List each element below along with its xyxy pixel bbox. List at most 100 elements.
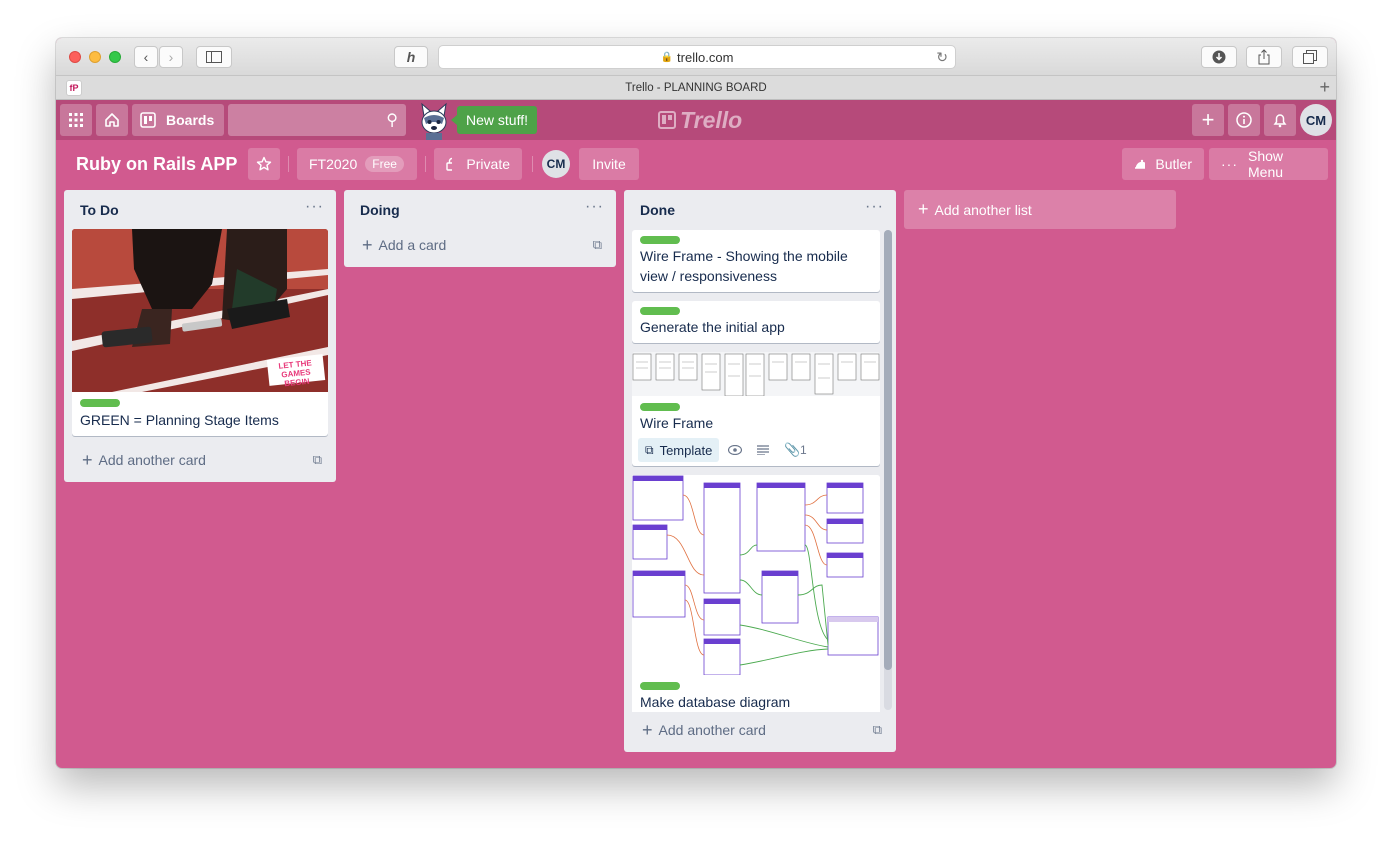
boards-button[interactable]: Boards [132, 104, 224, 136]
add-card-label: Add another card [658, 722, 766, 738]
new-stuff-button[interactable]: New stuff! [451, 106, 537, 134]
card-template-icon[interactable]: ⧉ [313, 452, 322, 468]
scrollbar-thumb[interactable] [884, 230, 892, 670]
tabs-overview-button[interactable] [1292, 46, 1328, 68]
green-label [640, 307, 680, 315]
card[interactable]: Wire Frame - Showing the mobile view / r… [632, 230, 880, 292]
card-title: Make database diagram [640, 694, 791, 710]
template-badge: ⧉ Template [638, 438, 720, 462]
information-button[interactable] [1228, 104, 1260, 136]
card-template-icon[interactable]: ⧉ [593, 237, 602, 253]
trello-logo[interactable]: Trello [658, 107, 742, 133]
green-label [640, 403, 680, 411]
reload-icon[interactable]: ↻ [936, 49, 948, 66]
member-avatar[interactable]: CM [542, 150, 570, 178]
list-scrollbar[interactable] [884, 230, 892, 710]
butler-button[interactable]: Butler [1122, 148, 1204, 180]
divider [425, 156, 426, 172]
card[interactable]: LET THE GAMES BEGIN GREEN = Planning Sta… [72, 229, 328, 436]
add-card-label: Add another card [98, 452, 206, 468]
card[interactable]: Wire Frame ⧉ Template 📎 1 [632, 352, 880, 466]
plus-icon: + [642, 719, 653, 740]
add-list-label: Add another list [934, 201, 1032, 218]
team-name: FT2020 [309, 156, 358, 172]
visibility-button[interactable]: Private [434, 148, 522, 180]
add-list-button[interactable]: + Add another list [904, 190, 1176, 229]
card[interactable]: Make database diagram [632, 475, 880, 712]
trello-logo-icon [658, 111, 676, 129]
list-done[interactable]: Done ··· Wire Frame - Showing the mobile… [624, 190, 896, 752]
attachment-count: 1 [800, 443, 807, 457]
more-icon: ··· [1221, 156, 1238, 172]
card[interactable]: Generate the initial app [632, 301, 880, 343]
plus-icon: + [82, 449, 93, 470]
invite-button[interactable]: Invite [579, 148, 639, 180]
browser-tab[interactable]: fP Trello - PLANNING BOARD + [56, 76, 1336, 100]
add-card-label: Add a card [378, 237, 447, 253]
address-bar[interactable]: 🔒 trello.com ↻ [438, 45, 956, 69]
chevron-right-icon: › [168, 49, 174, 65]
card-title: GREEN = Planning Stage Items [80, 412, 279, 428]
card-template-icon[interactable]: ⧉ [873, 722, 882, 738]
paperclip-icon: 📎 [784, 442, 801, 457]
bell-icon [1273, 114, 1287, 128]
user-avatar[interactable]: CM [1300, 104, 1332, 136]
plus-icon: + [918, 199, 929, 219]
honey-icon: h [406, 49, 416, 65]
green-label [80, 399, 120, 407]
green-label [640, 236, 680, 244]
card-title: Wire Frame [640, 415, 714, 431]
taco-mascot-icon [421, 102, 447, 140]
sidebar-toggle-button[interactable] [196, 46, 232, 68]
list-title[interactable]: To Do [80, 202, 119, 218]
boards-label: Boards [166, 112, 215, 128]
share-button[interactable] [1246, 46, 1282, 68]
search-icon: ⚲ [386, 112, 398, 129]
list-menu-icon[interactable]: ··· [585, 198, 604, 216]
info-icon [1236, 112, 1252, 128]
favicon: fP [66, 80, 82, 96]
visibility-label: Private [466, 156, 510, 172]
minimize-window-button[interactable] [89, 51, 101, 63]
downloads-button[interactable] [1201, 46, 1237, 68]
show-menu-label: Show Menu [1248, 148, 1284, 180]
list-title[interactable]: Doing [360, 202, 400, 218]
list-menu-icon[interactable]: ··· [865, 198, 884, 216]
list-doing[interactable]: Doing ··· + Add a card ⧉ [344, 190, 616, 267]
plus-icon: + [362, 234, 373, 255]
list-menu-icon[interactable]: ··· [305, 198, 324, 216]
home-button[interactable] [96, 104, 128, 136]
add-card-button[interactable]: + Add a card [352, 231, 446, 259]
honey-extension-button[interactable]: h [394, 46, 428, 68]
create-button[interactable]: + [1192, 104, 1224, 136]
star-board-button[interactable] [248, 148, 280, 180]
apps-button[interactable] [60, 104, 92, 136]
app-header: Boards ⚲ New stuff! Trello + CM [56, 100, 1336, 140]
team-button[interactable]: FT2020 Free [297, 148, 417, 180]
butler-label: Butler [1155, 156, 1192, 172]
sidebar-icon [206, 51, 222, 63]
browser-toolbar: ‹ › h 🔒 trello.com ↻ [56, 38, 1336, 76]
add-card-button[interactable]: + Add another card [72, 446, 206, 474]
show-menu-button[interactable]: ··· Show Menu [1209, 148, 1328, 180]
back-button[interactable]: ‹ [134, 46, 158, 68]
download-icon [1212, 50, 1226, 64]
list-to-do[interactable]: To Do ··· LET THE GAMES BEGIN GREEN = Pl… [64, 190, 336, 482]
template-badge-label: Template [659, 442, 713, 458]
close-window-button[interactable] [69, 51, 81, 63]
search-input[interactable]: ⚲ [228, 104, 406, 136]
new-tab-icon[interactable]: + [1319, 77, 1330, 98]
zoom-window-button[interactable] [109, 51, 121, 63]
plus-icon: + [1201, 107, 1215, 132]
notifications-button[interactable] [1264, 104, 1296, 136]
tab-title: Trello - PLANNING BOARD [625, 81, 767, 94]
list-title[interactable]: Done [640, 202, 675, 218]
card-title: Generate the initial app [640, 319, 785, 335]
board-header: Ruby on Rails APP FT2020 Free Private CM… [56, 140, 1336, 188]
board-title[interactable]: Ruby on Rails APP [76, 154, 237, 175]
tabs-icon [1303, 50, 1317, 64]
add-card-button[interactable]: + Add another card [632, 716, 766, 744]
board-icon [140, 112, 156, 128]
forward-button[interactable]: › [159, 46, 183, 68]
lock-icon: 🔒 [660, 51, 674, 63]
